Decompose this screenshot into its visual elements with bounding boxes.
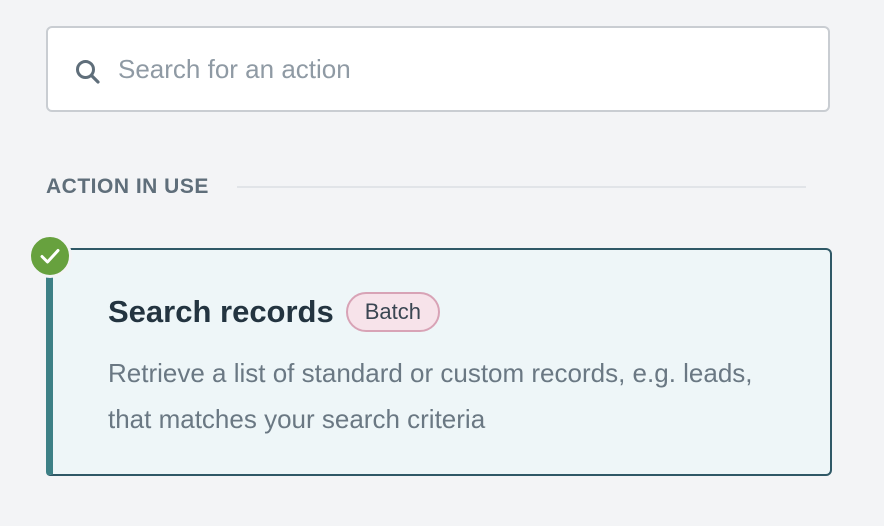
search-input[interactable] bbox=[118, 28, 812, 110]
batch-badge: Batch bbox=[345, 292, 440, 332]
action-card-search-records[interactable]: Search records Batch Retrieve a list of … bbox=[46, 248, 832, 476]
section-header: ACTION IN USE bbox=[46, 170, 806, 204]
check-icon bbox=[38, 244, 62, 268]
section-label: ACTION IN USE bbox=[46, 175, 209, 198]
action-description: Retrieve a list of standard or custom re… bbox=[108, 358, 753, 434]
action-title: Search records bbox=[108, 294, 334, 329]
action-title-row: Search records Batch bbox=[108, 292, 440, 332]
section-divider bbox=[236, 186, 806, 188]
selected-check-badge bbox=[28, 234, 72, 278]
search-box[interactable] bbox=[46, 26, 830, 112]
